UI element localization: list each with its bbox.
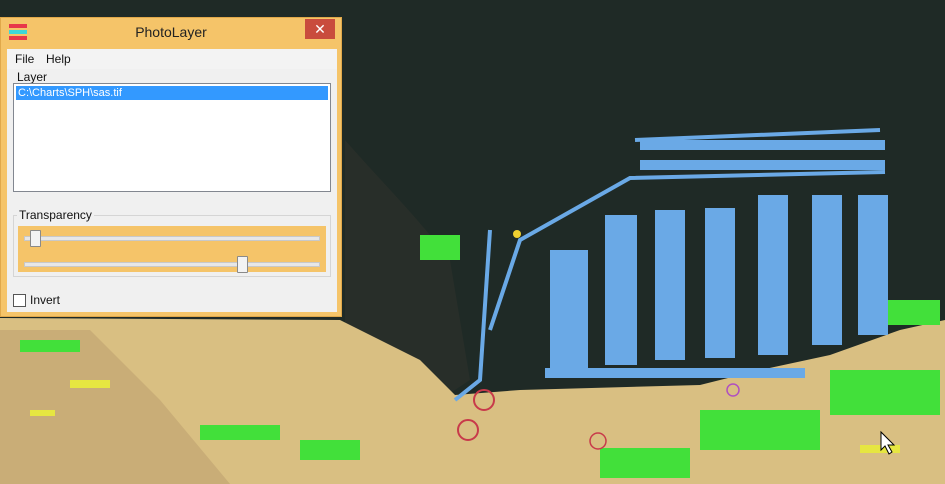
photolayer-window: PhotoLayer ✕ File Help Layer C:\Charts\S… — [0, 17, 342, 317]
dialog-client-area: Layer C:\Charts\SPH\sas.tif Transparency… — [7, 69, 337, 312]
transparency-slider-track-top[interactable] — [24, 236, 320, 241]
beacon-marker — [513, 230, 521, 238]
menu-help[interactable]: Help — [46, 52, 71, 66]
transparency-slider-thumb-bottom[interactable] — [237, 256, 249, 273]
transparency-panel — [18, 226, 326, 273]
invert-label: Invert — [30, 293, 61, 307]
title-bar[interactable]: PhotoLayer ✕ — [1, 18, 341, 46]
close-icon: ✕ — [314, 21, 326, 37]
transparency-slider-track-bottom[interactable] — [24, 262, 320, 267]
layer-list-item[interactable]: C:\Charts\SPH\sas.tif — [16, 86, 328, 100]
transparency-slider-thumb-top[interactable] — [29, 230, 41, 247]
layer-list[interactable]: C:\Charts\SPH\sas.tif — [13, 83, 331, 192]
transparency-group-label: Transparency — [17, 208, 94, 222]
menu-bar: File Help — [7, 49, 337, 70]
layer-group-label: Layer — [15, 70, 50, 84]
transparency-group: Transparency — [13, 208, 331, 277]
menu-file[interactable]: File — [15, 52, 34, 66]
window-title: PhotoLayer — [135, 24, 207, 40]
close-button[interactable]: ✕ — [305, 19, 335, 39]
invert-checkbox[interactable] — [13, 294, 26, 307]
